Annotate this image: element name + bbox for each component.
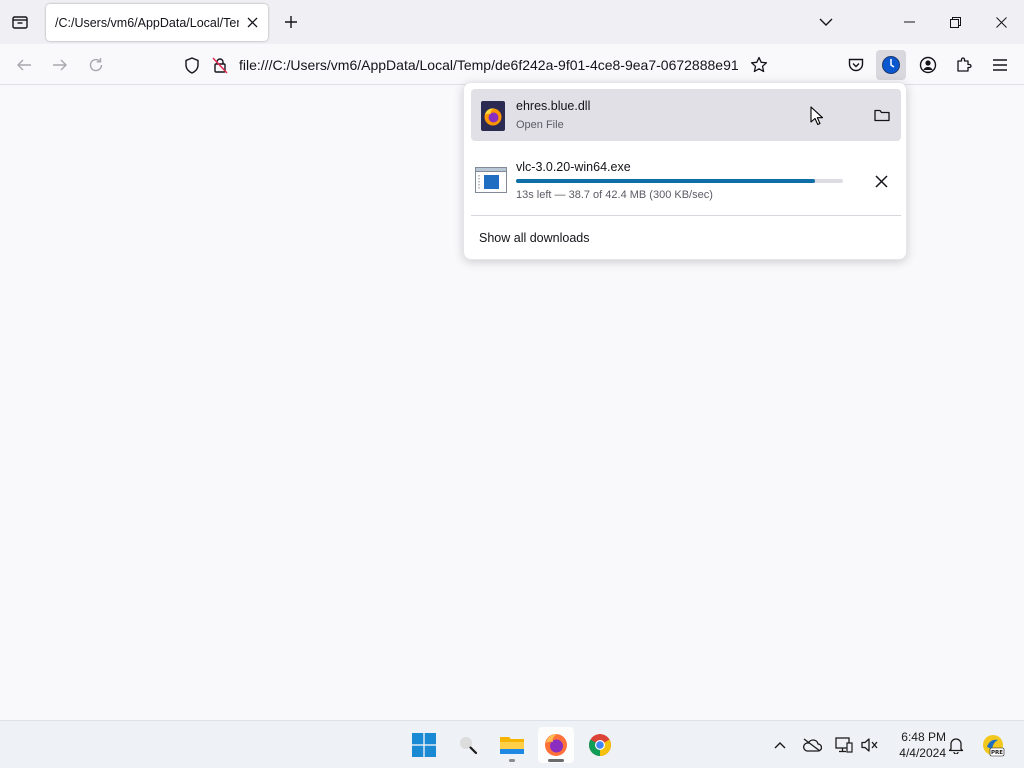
tab-close-button[interactable] [244,14,260,30]
cloud-offline-icon [803,738,822,752]
reload-icon [89,58,103,72]
notifications-button[interactable] [944,733,968,757]
active-indicator [548,759,564,762]
insecure-icon [212,57,228,74]
chrome-taskbar-button[interactable] [582,727,618,763]
tab-strip: /C:/Users/vm6/AppData/Local/Temp/de6f242… [0,0,1024,44]
firefox-taskbar-button[interactable] [538,727,574,763]
back-button[interactable] [10,51,38,79]
chevron-down-icon [819,18,833,26]
tracking-protection-button[interactable] [184,57,200,77]
start-button[interactable] [406,727,442,763]
installer-file-icon [475,167,507,193]
active-tab[interactable]: /C:/Users/vm6/AppData/Local/Temp/de6f242… [46,4,268,41]
download-file-name: vlc-3.0.20-win64.exe [516,160,631,174]
forward-button[interactable] [46,51,74,79]
bell-icon [948,737,964,754]
url-bar[interactable]: file:///C:/Users/vm6/AppData/Local/Temp/… [176,48,776,82]
clock[interactable]: 6:48 PM 4/4/2024 [888,729,946,761]
pocket-icon [848,58,864,71]
folder-icon [874,109,890,122]
restore-icon [949,16,961,28]
star-icon [750,56,768,73]
close-window-button[interactable] [978,0,1024,44]
downloads-panel: ehres.blue.dll Open File vlc-3.0.20-win6… [463,82,907,260]
extensions-button[interactable] [949,50,979,80]
back-icon [17,59,31,71]
firefox-file-icon [481,101,505,131]
folder-icon [500,737,524,754]
download-file-name: ehres.blue.dll [516,99,591,113]
bookmark-button[interactable] [750,56,768,77]
show-in-folder-button[interactable] [867,100,897,130]
download-status: Open File [516,119,564,131]
copilot-icon: PRE [983,735,1005,757]
download-icon [882,56,900,74]
preview-badge: PRE [991,750,1003,756]
close-icon [995,16,1007,28]
download-status: 13s left — 38.7 of 42.4 MB (300 KB/sec) [516,189,713,201]
cancel-download-button[interactable] [866,166,896,196]
forward-icon [53,59,67,71]
account-icon [919,56,937,74]
menu-icon [993,59,1007,71]
volume-muted-icon [861,738,878,752]
running-indicator [509,759,515,762]
volume-button[interactable] [858,733,882,757]
file-explorer-button[interactable] [494,727,530,763]
app-menu-button[interactable] [985,50,1015,80]
url-text[interactable]: file:///C:/Users/vm6/AppData/Local/Temp/… [239,57,742,73]
tab-title: /C:/Users/vm6/AppData/Local/Temp/de6f242… [55,15,239,30]
reload-button[interactable] [82,51,110,79]
clock-time: 6:48 PM [901,730,946,744]
new-tab-button[interactable] [279,10,303,34]
pocket-button[interactable] [841,50,871,80]
mouse-cursor [810,106,824,126]
close-icon [247,17,257,27]
downloads-button[interactable] [876,50,906,80]
tab-list-button[interactable] [8,10,32,34]
network-button[interactable] [832,733,856,757]
chrome-icon [589,734,611,756]
firefox-icon [545,734,567,756]
show-all-downloads-button[interactable]: Show all downloads [479,231,590,245]
windows-icon [412,733,436,757]
shield-icon [185,57,199,74]
show-hidden-icons-button[interactable] [768,733,792,757]
plus-icon [285,16,297,28]
clock-date: 4/4/2024 [899,746,946,760]
download-item[interactable]: ehres.blue.dll Open File [471,89,901,141]
site-info-button[interactable] [212,57,228,77]
search-button[interactable] [450,727,486,763]
close-icon [874,174,888,188]
minimize-icon [903,21,915,23]
minimize-button[interactable] [886,0,932,44]
download-progress-bar [516,179,843,183]
account-button[interactable] [913,50,943,80]
taskbar: 6:48 PM 4/4/2024 PRE [0,720,1024,768]
copilot-preview-button[interactable]: PRE [980,732,1006,758]
restore-button[interactable] [932,0,978,44]
divider [471,215,901,216]
extensions-icon [957,57,972,72]
onedrive-button[interactable] [800,733,824,757]
chevron-up-icon [774,742,786,749]
network-icon [835,737,853,753]
search-icon [460,737,478,755]
list-all-tabs-button[interactable] [814,10,838,34]
tab-list-icon [12,16,28,29]
navigation-toolbar: file:///C:/Users/vm6/AppData/Local/Temp/… [0,44,1024,85]
download-progress-fill [516,179,815,183]
